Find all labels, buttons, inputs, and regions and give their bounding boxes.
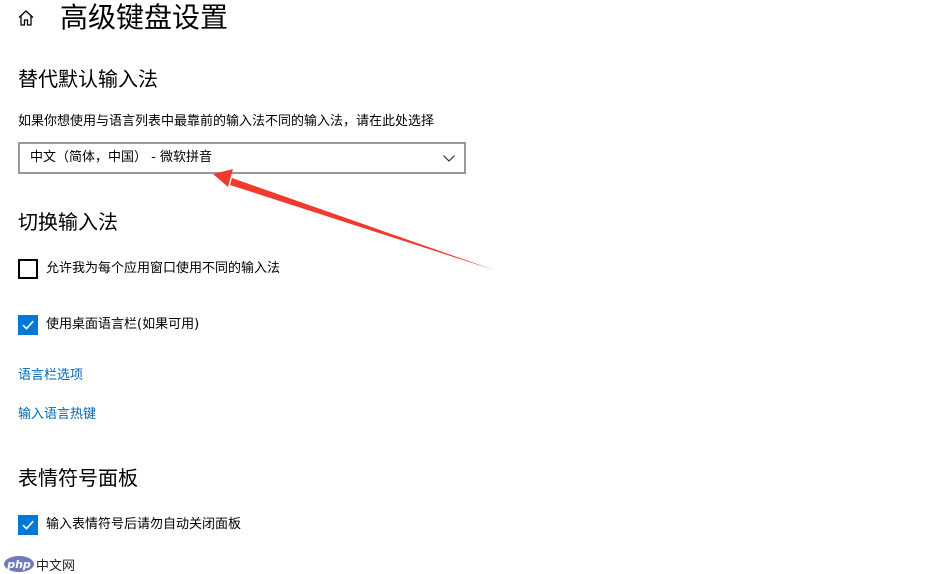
per-app-input-method-label: 允许我为每个应用窗口使用不同的输入法: [46, 261, 281, 276]
page-title: 高级键盘设置: [60, 1, 229, 34]
per-app-input-method-option[interactable]: 允许我为每个应用窗口使用不同的输入法: [18, 258, 280, 280]
checkmark-icon: [22, 320, 34, 330]
checkmark-icon: [22, 520, 34, 530]
emoji-panel-keep-open-label: 输入表情符号后请勿自动关闭面板: [46, 517, 242, 532]
emoji-panel-keep-open-checkbox[interactable]: [18, 515, 38, 535]
watermark: php 中文网: [4, 554, 75, 574]
desktop-language-bar-option[interactable]: 使用桌面语言栏(如果可用): [18, 314, 199, 336]
language-bar-options-link[interactable]: 语言栏选项: [18, 366, 83, 386]
home-button[interactable]: [14, 6, 38, 30]
override-input-description: 如果你想使用与语言列表中最靠前的输入法不同的输入法，请在此处选择: [18, 114, 435, 129]
default-input-method-select[interactable]: 中文（简体，中国） - 微软拼音: [18, 142, 466, 174]
chevron-down-icon: [443, 155, 455, 162]
desktop-language-bar-checkbox[interactable]: [18, 315, 38, 335]
watermark-logo: php: [4, 556, 34, 572]
emoji-panel-keep-open-option[interactable]: 输入表情符号后请勿自动关闭面板: [18, 514, 241, 536]
section-title-emoji-panel: 表情符号面板: [18, 466, 138, 490]
desktop-language-bar-label: 使用桌面语言栏(如果可用): [46, 317, 200, 332]
per-app-input-method-checkbox[interactable]: [18, 259, 38, 279]
input-language-hotkeys-link[interactable]: 输入语言热键: [18, 405, 96, 425]
section-title-override-input: 替代默认输入法: [18, 67, 158, 91]
home-icon: [18, 10, 34, 26]
watermark-text: 中文网: [36, 558, 76, 574]
default-input-method-value: 中文（简体，中国） - 微软拼音: [30, 150, 212, 165]
section-title-switch-input: 切换输入法: [18, 210, 118, 234]
